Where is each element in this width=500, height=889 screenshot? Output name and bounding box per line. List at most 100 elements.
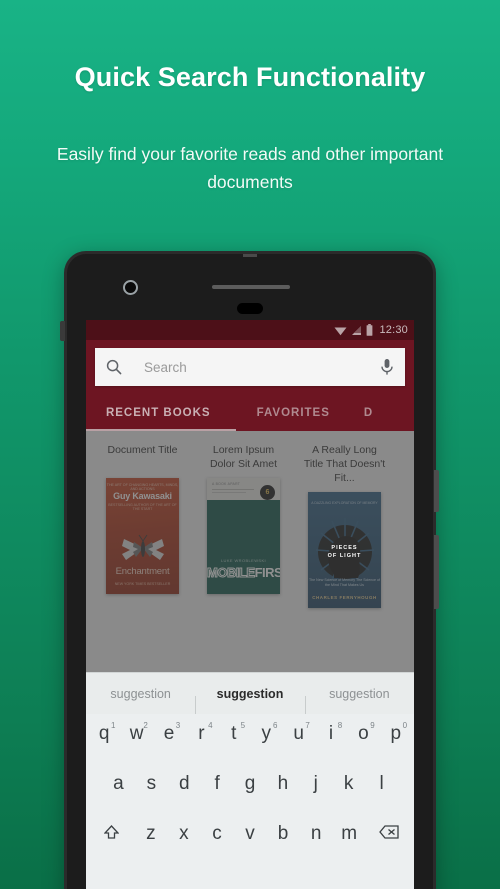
- key-label: y: [261, 723, 271, 744]
- key-w[interactable]: 2w: [120, 721, 152, 745]
- phone-left-button[interactable]: [60, 321, 65, 341]
- key-backspace[interactable]: [366, 823, 412, 845]
- key-label: p: [390, 723, 402, 744]
- key-label: x: [179, 823, 189, 844]
- search-icon[interactable]: [106, 359, 122, 375]
- bezel-notch-mark: [243, 254, 257, 257]
- status-bar-clock: 12:30: [379, 324, 408, 336]
- keyboard-row-1: 1q 2w 3e 4r 5t 6y 7u 8i 9o 0p: [86, 721, 414, 745]
- key-n[interactable]: n: [300, 823, 333, 845]
- key-s[interactable]: s: [135, 773, 168, 795]
- search-bar[interactable]: Search: [95, 348, 405, 386]
- shift-icon[interactable]: [103, 825, 119, 839]
- phone-power-button[interactable]: [434, 470, 439, 512]
- key-label: h: [277, 773, 289, 794]
- camera-icon: [123, 280, 138, 295]
- keyboard-row-2: a s d f g h j k l: [86, 773, 414, 795]
- key-label: s: [146, 773, 157, 794]
- key-label: o: [358, 723, 369, 744]
- key-num: 2: [143, 721, 148, 730]
- phone-screen: 12:30 Search RECENT BOOKS FAVORITES D PI…: [86, 320, 414, 889]
- suggestion-strip: suggestion suggestion suggestion: [86, 672, 414, 718]
- key-label: l: [379, 773, 384, 794]
- wifi-icon: [334, 327, 347, 335]
- key-y[interactable]: 6y: [250, 721, 282, 745]
- key-num: 1: [110, 721, 116, 730]
- search-bar-container: Search: [86, 340, 414, 395]
- key-label: n: [310, 823, 322, 844]
- key-l[interactable]: l: [365, 773, 398, 795]
- key-label: v: [245, 823, 255, 844]
- key-f[interactable]: f: [201, 773, 234, 795]
- tab-bar: RECENT BOOKS FAVORITES D: [86, 395, 414, 431]
- key-v[interactable]: v: [233, 823, 266, 845]
- microphone-icon[interactable]: [380, 358, 394, 376]
- key-o[interactable]: 9o: [347, 721, 379, 745]
- key-num: 8: [337, 721, 343, 730]
- status-bar: 12:30: [86, 320, 414, 340]
- search-input[interactable]: Search: [144, 360, 380, 375]
- page-title: Quick Search Functionality: [74, 62, 426, 92]
- key-p[interactable]: 0p: [380, 721, 412, 745]
- key-num: 0: [402, 721, 408, 730]
- key-e[interactable]: 3e: [153, 721, 185, 745]
- key-label: w: [129, 723, 144, 744]
- key-j[interactable]: j: [299, 773, 332, 795]
- key-b[interactable]: b: [267, 823, 300, 845]
- speaker-grille-icon: [212, 285, 290, 289]
- page-subtitle: Easily find your favorite reads and othe…: [56, 144, 444, 192]
- cover-title: PIECES OF LIGHT: [308, 544, 381, 560]
- key-label: m: [341, 823, 358, 844]
- key-d[interactable]: d: [168, 773, 201, 795]
- key-num: 9: [370, 721, 375, 730]
- key-k[interactable]: k: [332, 773, 365, 795]
- key-label: c: [212, 823, 222, 844]
- promo-page: Quick Search Functionality Easily find y…: [0, 0, 500, 889]
- key-m[interactable]: m: [333, 823, 366, 845]
- key-num: 7: [305, 721, 310, 730]
- key-label: z: [146, 823, 156, 844]
- proximity-sensor-icon: [237, 303, 263, 314]
- key-label: u: [293, 723, 304, 744]
- key-q[interactable]: 1q: [88, 721, 120, 745]
- suggestion-item[interactable]: suggestion: [195, 687, 304, 718]
- key-label: e: [163, 723, 175, 744]
- key-num: 6: [272, 721, 278, 730]
- key-x[interactable]: x: [167, 823, 200, 845]
- key-i[interactable]: 8i: [315, 721, 347, 745]
- key-label: g: [244, 773, 256, 794]
- key-u[interactable]: 7u: [282, 721, 314, 745]
- key-t[interactable]: 5t: [218, 721, 250, 745]
- tab-favorites[interactable]: FAVORITES: [231, 407, 356, 419]
- tab-documents[interactable]: D: [356, 407, 414, 419]
- backspace-icon[interactable]: [379, 825, 399, 839]
- key-label: q: [98, 723, 110, 744]
- key-shift[interactable]: [88, 823, 134, 845]
- content-area: Document Title THE ART OF CHANGING HEART…: [86, 431, 414, 672]
- suggestion-item[interactable]: suggestion: [86, 687, 195, 701]
- key-label: t: [231, 723, 237, 744]
- key-r[interactable]: 4r: [185, 721, 217, 745]
- key-label: f: [214, 773, 220, 794]
- tab-recent-books[interactable]: RECENT BOOKS: [86, 407, 231, 419]
- key-label: r: [198, 723, 205, 744]
- key-num: 5: [240, 721, 246, 730]
- cover-title-line-2: OF LIGHT: [327, 553, 362, 559]
- key-g[interactable]: g: [234, 773, 267, 795]
- key-z[interactable]: z: [134, 823, 167, 845]
- suggestion-item[interactable]: suggestion: [304, 687, 414, 718]
- on-screen-keyboard: 1q 2w 3e 4r 5t 6y 7u 8i 9o 0p a s d f g …: [86, 714, 414, 889]
- key-label: i: [328, 723, 334, 744]
- cover-title-line-1: PIECES: [331, 545, 358, 551]
- key-label: b: [277, 823, 289, 844]
- key-h[interactable]: h: [266, 773, 299, 795]
- phone-volume-button[interactable]: [434, 535, 439, 609]
- key-label: k: [343, 773, 354, 794]
- key-c[interactable]: c: [200, 823, 233, 845]
- key-num: 4: [208, 721, 213, 730]
- key-num: 3: [175, 721, 181, 730]
- keyboard-row-3: z x c v b n m: [86, 823, 414, 845]
- key-label: j: [313, 773, 318, 794]
- key-label: a: [113, 773, 124, 794]
- key-a[interactable]: a: [102, 773, 135, 795]
